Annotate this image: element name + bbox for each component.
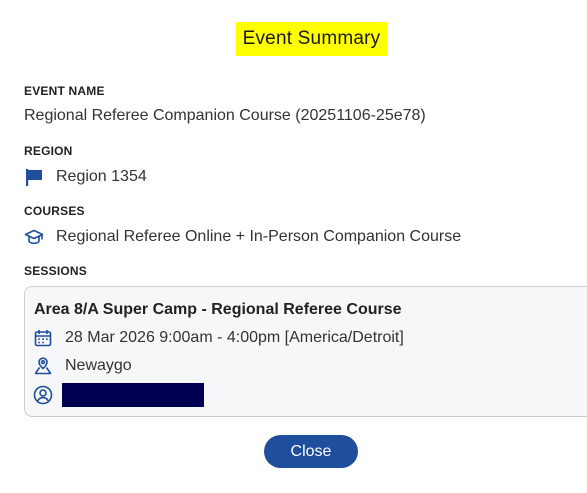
event-name-label: EVENT NAME xyxy=(24,84,105,98)
session-datetime: 28 Mar 2026 9:00am - 4:00pm [America/Det… xyxy=(65,329,404,346)
course-value: Regional Referee Online + In-Person Comp… xyxy=(56,228,462,245)
sessions-label: SESSIONS xyxy=(24,264,87,278)
location-pin-icon xyxy=(33,356,53,376)
calendar-icon xyxy=(33,328,53,348)
redacted-instructor-name xyxy=(62,383,204,407)
session-location-row: Newaygo xyxy=(33,356,132,376)
region-value: Region 1354 xyxy=(56,168,147,185)
close-button[interactable]: Close xyxy=(264,435,358,468)
flag-icon xyxy=(24,167,44,187)
session-instructor-row xyxy=(33,383,204,407)
session-title: Area 8/A Super Camp - Regional Referee C… xyxy=(34,301,402,318)
user-circle-icon xyxy=(33,385,53,405)
graduation-cap-icon xyxy=(24,227,44,247)
courses-label: COURSES xyxy=(24,204,85,218)
region-row: Region 1354 xyxy=(24,167,147,187)
dialog-title: Event Summary xyxy=(235,22,388,56)
courses-row: Regional Referee Online + In-Person Comp… xyxy=(24,227,461,247)
dialog-header: Event Summary xyxy=(0,22,587,56)
event-name-value: Regional Referee Companion Course (20251… xyxy=(24,107,426,124)
session-card: Area 8/A Super Camp - Regional Referee C… xyxy=(24,286,587,417)
region-label: REGION xyxy=(24,144,73,158)
session-datetime-row: 28 Mar 2026 9:00am - 4:00pm [America/Det… xyxy=(33,328,404,348)
session-location: Newaygo xyxy=(65,357,132,374)
